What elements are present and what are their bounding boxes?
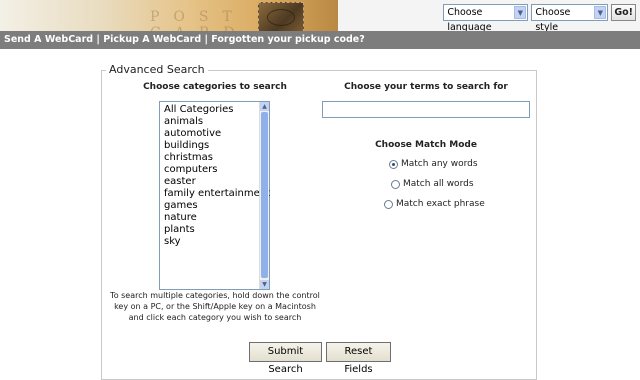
category-option[interactable]: family entertainment [164,188,270,200]
scroll-up-icon[interactable]: ▲ [260,102,269,111]
advanced-search-legend: Advanced Search [106,63,208,76]
search-terms-input[interactable] [322,101,530,118]
submit-search-button[interactable]: Submit Search [249,342,322,375]
category-option[interactable]: games [164,200,270,212]
match-all-label: Match all words [403,179,474,189]
reset-fields-button[interactable]: Reset Fields [326,342,391,375]
language-select[interactable]: Choose language ▼ [443,4,529,33]
categories-listbox[interactable]: All Categories animals automotive buildings… [159,101,270,290]
category-option[interactable]: automotive [164,128,270,140]
multi-select-hint: To search multiple categories, hold down… [110,291,320,322]
nav-separator: | [204,34,208,45]
nav-separator: | [96,34,100,45]
match-all-radio[interactable] [391,179,400,189]
category-option[interactable]: plants [164,224,270,236]
match-any-radio[interactable] [389,159,398,169]
go-button[interactable]: Go! [611,4,636,21]
match-exact-radio[interactable] [384,199,393,209]
banner-image: POST CARD [0,0,338,31]
match-any-option[interactable]: Match any words [389,159,478,169]
banner-card-graphic: POST CARD [150,9,246,31]
category-option[interactable]: christmas [164,152,270,164]
nav-bar: Send A WebCard | Pickup A WebCard | Forg… [0,31,640,49]
send-webcard-link[interactable]: Send A WebCard [4,34,93,45]
match-exact-label: Match exact phrase [396,199,485,209]
chevron-down-icon: ▼ [514,6,527,19]
match-exact-option[interactable]: Match exact phrase [384,199,485,209]
scrollbar-thumb[interactable] [261,112,268,278]
header-controls: Choose language ▼ Choose style ▼ Go! [443,4,636,33]
category-option[interactable]: nature [164,212,270,224]
category-option[interactable]: animals [164,116,270,128]
style-select[interactable]: Choose style ▼ [531,4,609,33]
categories-heading: Choose categories to search [143,82,287,92]
stamp-icon [258,2,304,31]
category-option[interactable]: computers [164,164,270,176]
category-list: All Categories animals automotive buildings… [164,104,270,248]
category-option[interactable]: easter [164,176,270,188]
category-option[interactable]: All Categories [164,104,270,116]
header: POST CARD Choose language ▼ Choose style… [0,0,640,33]
terms-heading: Choose your terms to search for [344,82,508,92]
match-mode-heading: Choose Match Mode [375,140,477,150]
pickup-webcard-link[interactable]: Pickup A WebCard [103,34,201,45]
match-any-label: Match any words [401,159,478,169]
scroll-down-icon[interactable]: ▼ [260,280,269,289]
language-select-value: Choose language [447,7,492,33]
forgotten-code-link[interactable]: Forgotten your pickup code? [211,34,365,45]
category-option[interactable]: sky [164,236,270,248]
listbox-scrollbar[interactable]: ▲ ▼ [259,102,269,289]
match-all-option[interactable]: Match all words [391,179,474,189]
category-option[interactable]: buildings [164,140,270,152]
chevron-down-icon: ▼ [594,6,607,19]
style-select-value: Choose style [535,7,571,33]
